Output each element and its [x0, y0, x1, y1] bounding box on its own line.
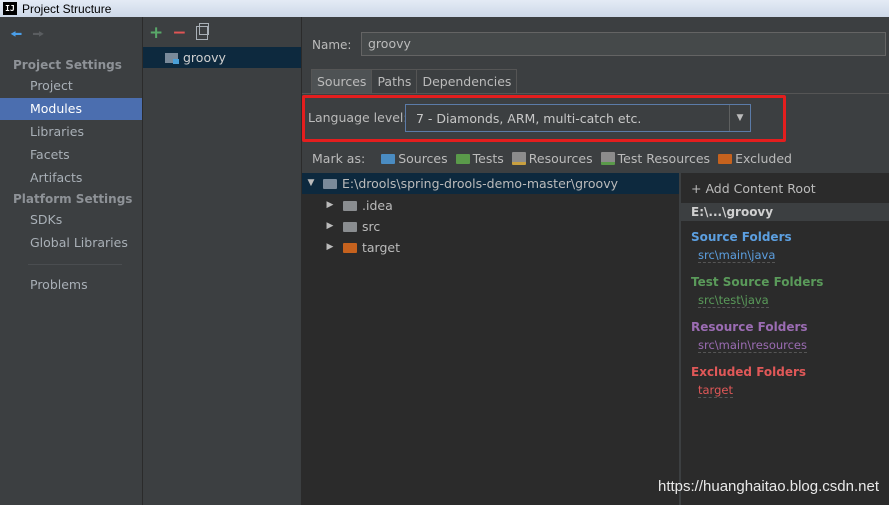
tree-src-label: src [362, 219, 381, 234]
modules-panel: + − groovy [143, 17, 302, 505]
mark-resources-button[interactable]: Resources [511, 151, 593, 166]
tab-paths[interactable]: Paths [371, 69, 418, 93]
expand-down-icon[interactable]: ▼ [305, 173, 317, 194]
forward-arrow-icon[interactable]: 🠚 [32, 28, 44, 42]
module-label: groovy [183, 50, 226, 65]
mark-excluded-label: Excluded [735, 151, 792, 166]
sidebar-item-facets[interactable]: Facets [0, 144, 142, 166]
expand-right-icon[interactable]: ▶ [324, 237, 336, 258]
tree-row-target[interactable]: ▶ target [324, 237, 400, 258]
folder-icon [343, 221, 357, 232]
test-source-folders-header: Test Source Folders [691, 275, 824, 289]
tests-folder-icon [455, 153, 470, 164]
tree-row-src[interactable]: ▶ src [324, 216, 381, 237]
expand-right-icon[interactable]: ▶ [324, 195, 336, 216]
window-title: Project Structure [22, 1, 112, 16]
add-content-root-button[interactable]: + Add Content Root [691, 181, 816, 196]
copy-module-icon[interactable] [195, 23, 209, 40]
detail-tabs: Sources Paths Dependencies [311, 69, 518, 93]
module-name-field[interactable]: groovy [361, 32, 886, 56]
excluded-folders-header: Excluded Folders [691, 365, 807, 379]
module-folder-icon [165, 52, 179, 64]
module-item-groovy[interactable]: groovy [143, 47, 301, 68]
excluded-folder-icon [718, 153, 733, 164]
mark-resources-label: Resources [528, 151, 593, 166]
settings-sidebar: 🠘 🠚 Project Settings Project Modules Lib… [0, 17, 143, 505]
excluded-folder-icon [343, 242, 357, 253]
nav-buttons: 🠘 🠚 [10, 28, 45, 42]
chevron-down-icon[interactable]: ▼ [729, 105, 750, 131]
mark-tests-button[interactable]: Tests [455, 151, 504, 166]
sidebar-divider [28, 264, 122, 265]
platform-settings-header: Platform Settings [13, 192, 133, 206]
sources-folder-icon [381, 153, 396, 164]
sidebar-item-project[interactable]: Project [0, 75, 142, 97]
content-tree: ▼ E:\drools\spring-drools-demo-master\gr… [302, 173, 679, 505]
mark-test-resources-label: Test Resources [617, 151, 711, 166]
tab-sources[interactable]: Sources [311, 69, 373, 93]
sidebar-item-libraries[interactable]: Libraries [0, 121, 142, 143]
source-folder-path[interactable]: src\main\java [698, 248, 776, 263]
sidebar-item-artifacts[interactable]: Artifacts [0, 167, 142, 189]
modules-toolbar: + − [149, 23, 209, 42]
expand-right-icon[interactable]: ▶ [324, 216, 336, 237]
language-level-value: 7 - Diamonds, ARM, multi-catch etc. [416, 110, 642, 126]
back-arrow-icon[interactable]: 🠘 [10, 28, 22, 42]
resources-folder-icon [511, 152, 526, 165]
tree-target-label: target [362, 240, 401, 255]
tree-idea-label: .idea [362, 198, 393, 213]
mark-sources-label: Sources [398, 151, 448, 166]
tab-dependencies[interactable]: Dependencies [416, 69, 518, 93]
tree-root-label: E:\drools\spring-drools-demo-master\groo… [342, 176, 619, 191]
mark-as-toolbar: Mark as: Sources Tests Resources Test Re… [312, 151, 792, 166]
add-module-icon[interactable]: + [149, 25, 163, 42]
sidebar-item-problems[interactable]: Problems [0, 274, 142, 296]
sidebar-item-modules[interactable]: Modules [0, 98, 142, 120]
project-settings-header: Project Settings [13, 58, 122, 72]
tree-row-root[interactable]: ▼ E:\drools\spring-drools-demo-master\gr… [302, 173, 679, 194]
resource-folders-header: Resource Folders [691, 320, 808, 334]
tree-row-idea[interactable]: ▶ .idea [324, 195, 393, 216]
mark-test-resources-button[interactable]: Test Resources [600, 151, 711, 166]
mark-tests-label: Tests [472, 151, 504, 166]
language-level-label: Language level: [308, 110, 408, 125]
name-label: Name: [312, 38, 352, 52]
test-source-folder-path[interactable]: src\test\java [698, 293, 769, 308]
title-bar: IJ Project Structure [0, 0, 889, 17]
folder-icon [343, 200, 357, 211]
content-root-path: E:\...\groovy [681, 203, 889, 221]
excluded-folder-path[interactable]: target [698, 383, 733, 398]
mark-sources-button[interactable]: Sources [381, 151, 448, 166]
mark-excluded-button[interactable]: Excluded [718, 151, 792, 166]
remove-module-icon[interactable]: − [172, 25, 186, 42]
module-folder-icon [323, 178, 337, 189]
sidebar-item-sdks[interactable]: SDKs [0, 209, 142, 231]
watermark: https://huanghaitao.blog.csdn.net [657, 478, 879, 495]
tab-divider [302, 93, 889, 94]
resource-folder-path[interactable]: src\main\resources [698, 338, 808, 353]
module-detail: Name: groovy Sources Paths Dependencies … [302, 17, 889, 505]
mark-as-label: Mark as: [312, 151, 366, 166]
sidebar-item-global-libraries[interactable]: Global Libraries [0, 232, 142, 254]
test-resources-folder-icon [600, 152, 615, 165]
language-level-select[interactable]: 7 - Diamonds, ARM, multi-catch etc. ▼ [405, 104, 751, 132]
source-folders-header: Source Folders [691, 230, 792, 244]
intellij-logo-icon: IJ [3, 2, 17, 15]
content-roots-panel: + Add Content Root E:\...\groovy Source … [681, 173, 889, 505]
